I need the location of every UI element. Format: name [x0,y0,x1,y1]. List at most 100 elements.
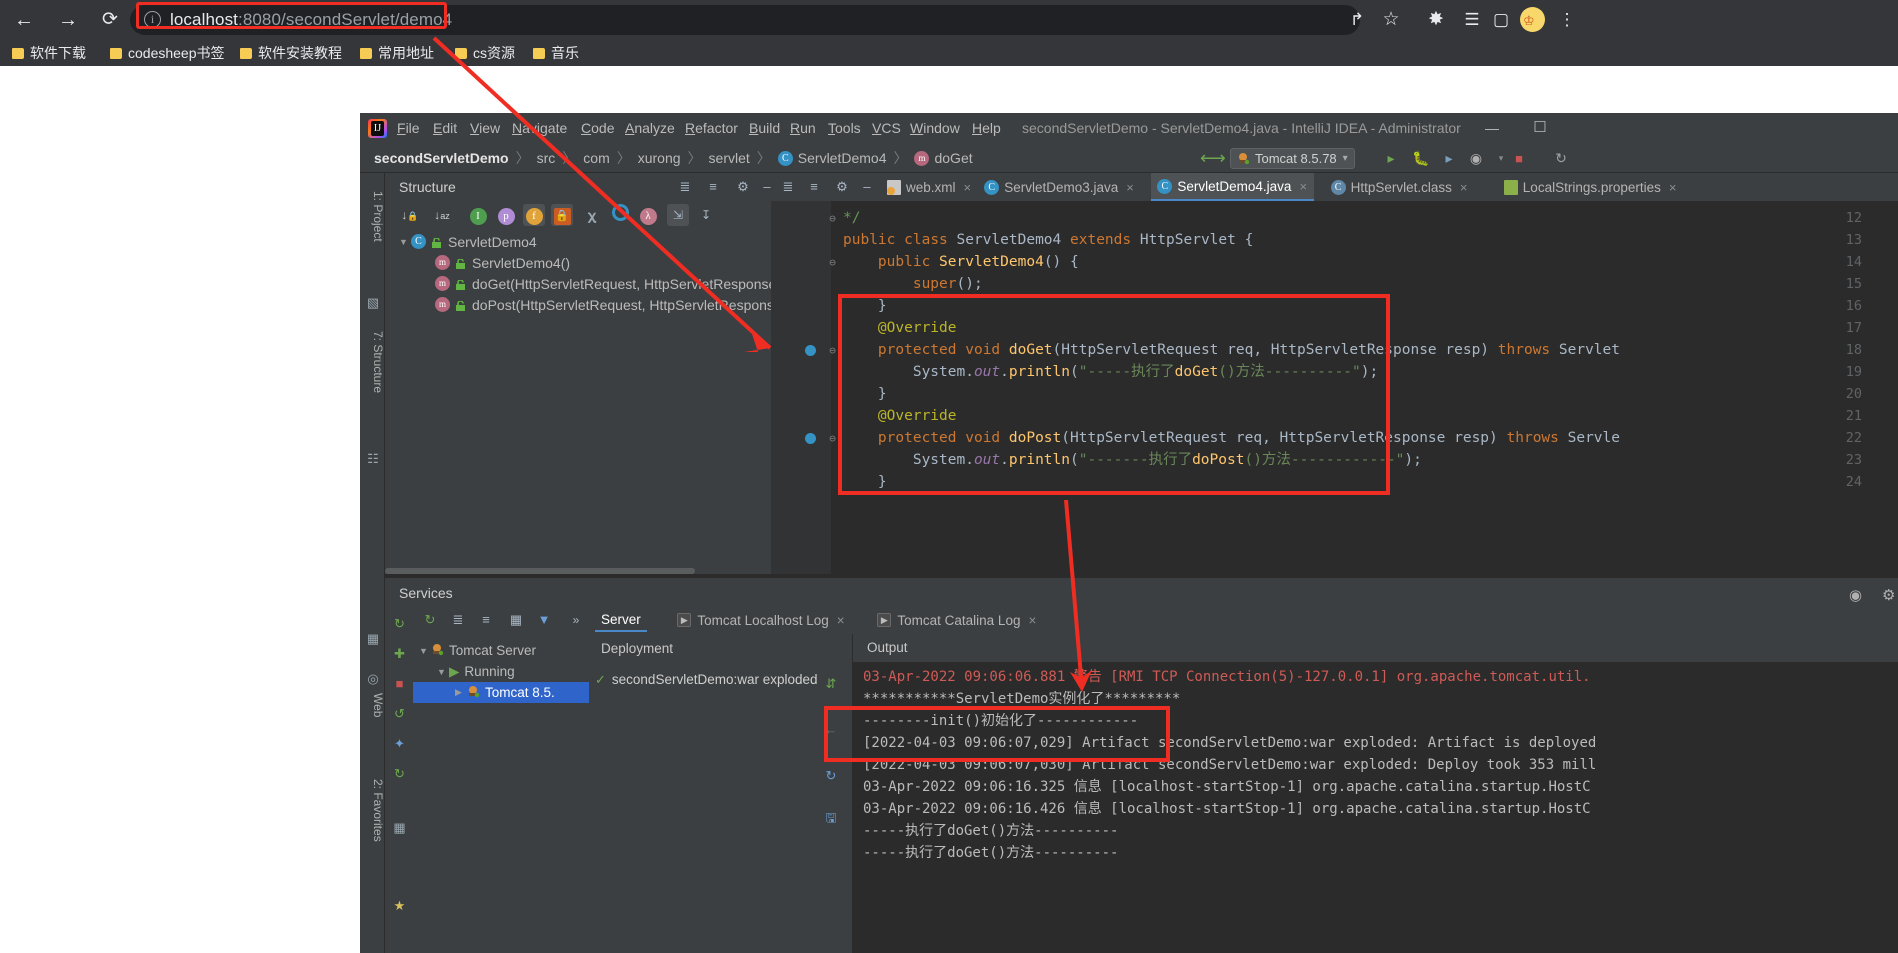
menu-item-vcs[interactable]: VCS [872,119,901,138]
sort-by-visibility-icon[interactable]: ↓🔒 [399,204,421,226]
rerun-icon[interactable]: ↻ [390,614,409,633]
extensions-icon[interactable]: ✸ [1424,8,1448,32]
grid-icon[interactable]: ▦ [365,631,381,647]
inherited-members-icon[interactable]: I [467,204,489,226]
profiler-button[interactable]: ◉ [1465,149,1487,168]
expand-all-icon-2[interactable]: ⇲ [667,204,689,226]
folder-icon[interactable]: ▧ [365,295,381,311]
filter-icon[interactable]: ▼ [533,610,555,630]
code-line[interactable]: protected void doGet(HttpServletRequest … [843,339,1620,361]
breakpoint-marker-icon[interactable] [805,345,816,356]
code-fold-icon[interactable]: ⊖ [827,213,838,224]
editor-tab-localstrings-properties[interactable]: LocalStrings.properties × [1498,173,1684,201]
menu-item-analyze[interactable]: Analyze [625,119,675,138]
menu-item-window[interactable]: Window [910,119,960,138]
breadcrumb-item-servlet[interactable]: servlet [709,150,750,166]
breadcrumb-item-xurong[interactable]: xurong [638,150,681,166]
lambda-icon[interactable]: λ [637,204,659,226]
settings-icon-2[interactable]: ✦ [390,734,409,753]
structure-tree-item[interactable]: m doPost(HttpServletRequest, HttpServletR… [423,294,786,315]
browser-menu-icon[interactable]: ⋮ [1557,8,1577,32]
bookmark-item[interactable]: codesheep书签 [110,42,225,64]
anonymous-classes-icon[interactable]: 𝛘 [581,204,603,226]
more-icon[interactable]: » [565,610,587,630]
coverage-button[interactable]: ▸ [1438,149,1460,168]
expand-all-icon[interactable]: ≣ [675,177,695,197]
code-line[interactable]: } [843,295,887,317]
services-tree-item[interactable]: ▶ Tomcat 8.5. [413,682,589,703]
code-line[interactable]: public ServletDemo4() { [843,251,1079,273]
tool-strip-favorites[interactable]: 2: Favorites [360,779,385,842]
tool-strip-structure[interactable]: 7: Structure [360,331,385,393]
menu-item-run[interactable]: Run [790,119,816,138]
editor-tab-servletdemo4-java[interactable]: C ServletDemo4.java × [1151,173,1315,201]
avatar[interactable]: ♔ [1520,7,1545,32]
code-fold-icon[interactable]: ⊖ [827,433,838,444]
non-public-icon[interactable]: 🔒 [551,204,573,226]
code-editor[interactable]: 12 ⊖ */ 13 public class ServletDemo4 extends… [771,201,1898,578]
export-icon[interactable]: 🖫 [821,808,841,828]
stop-icon[interactable]: ■ [390,674,409,693]
collapse-icon[interactable]: ≡ [475,610,497,630]
bookmark-item[interactable]: 软件下载 [12,42,86,64]
redeploy-icon[interactable]: ↺ [390,704,409,723]
chevron-down-icon[interactable]: ▾ [1343,153,1348,164]
breadcrumb-item-com[interactable]: com [583,150,609,166]
expand-icon[interactable]: ≣ [447,610,469,630]
tool-strip-web[interactable]: Web [360,693,385,717]
reading-list-icon[interactable]: ☰ [1460,8,1484,32]
structure-tree-item[interactable]: m doGet(HttpServletRequest, HttpServletRe… [423,273,785,294]
collapse-all-icon-2[interactable]: ↧ [695,204,717,226]
reload-button[interactable]: ⟳ [96,6,124,34]
menu-item-build[interactable]: Build [749,119,780,138]
site-info-icon[interactable]: i [144,11,161,28]
update-app-button[interactable]: ↻ [1550,149,1572,168]
code-line[interactable]: super(); [843,273,983,295]
menu-item-file[interactable]: File [397,119,420,138]
structure-tree-item[interactable]: m ServletDemo4() [423,252,570,273]
layout-icon[interactable]: ▦ [390,818,409,837]
tab-close-icon[interactable]: × [837,613,845,628]
code-line[interactable]: @Override [843,405,957,427]
menu-item-edit[interactable]: Edit [433,119,457,138]
tab-close-icon[interactable]: × [964,180,972,195]
collapse-all-icon[interactable]: ≡ [703,177,723,197]
services-tab-tomcat-localhost-log[interactable]: ▶ Tomcat Localhost Log × [671,608,850,632]
breadcrumb-item-secondservletdemo[interactable]: secondServletDemo [374,150,509,166]
address-bar[interactable]: i localhost:8080/secondServlet/demo4 [130,5,1360,35]
tab-close-icon[interactable]: × [1028,613,1036,628]
code-line[interactable]: } [843,471,887,493]
chevron-down-icon[interactable]: ▼ [399,237,411,247]
editor-tab-httpservlet-class[interactable]: C HttpServlet.class × [1325,173,1475,201]
back-button[interactable]: ← [10,6,38,34]
structure-tree-item[interactable]: ▼ C ServletDemo4 [399,231,537,252]
stop-button[interactable]: ■ [1508,149,1530,168]
menu-item-help[interactable]: Help [972,119,1001,138]
interface-icon[interactable] [609,204,631,226]
services-tree-item[interactable]: ▼ Tomcat Server [419,640,536,661]
tab-close-icon[interactable]: × [1126,180,1134,195]
breadcrumb-item-servletdemo4[interactable]: C ServletDemo4 [777,150,886,166]
properties-icon[interactable]: p [495,204,517,226]
code-line[interactable]: protected void doPost(HttpServletRequest… [843,427,1620,449]
output-console[interactable]: 03-Apr-2022 09:06:06.881 警告 [RMI TCP Con… [853,662,1898,953]
tool-strip-project[interactable]: 1: Project [360,191,385,242]
services-tab-tomcat-catalina-log[interactable]: ▶ Tomcat Catalina Log × [871,608,1042,632]
code-line[interactable]: @Override [843,317,957,339]
rerun-icon-3[interactable]: ↻ [821,766,841,786]
code-line[interactable]: System.out.println("-------执行了doPost()方法… [843,449,1422,471]
code-fold-icon[interactable]: ⊖ [827,257,838,268]
jump-to-source-icon[interactable]: ⇵ [821,674,841,694]
menu-item-navigate[interactable]: Navigate [512,119,567,138]
web-icon[interactable]: ◎ [365,671,381,687]
group-icon[interactable]: ▦ [505,610,527,630]
chevron-down-icon[interactable]: ▼ [437,667,449,677]
editor-gutter[interactable] [771,201,831,578]
structure-icon[interactable]: ☷ [365,451,381,467]
code-line[interactable]: System.out.println("-----执行了doGet()方法---… [843,361,1378,383]
editor-tab-web-xml[interactable]: web.xml × [881,173,978,201]
run-button[interactable]: ▸ [1380,149,1402,168]
breakpoint-marker-icon[interactable] [805,433,816,444]
gear-icon-3[interactable]: ⚙ [1882,586,1895,604]
menu-item-code[interactable]: Code [581,119,614,138]
